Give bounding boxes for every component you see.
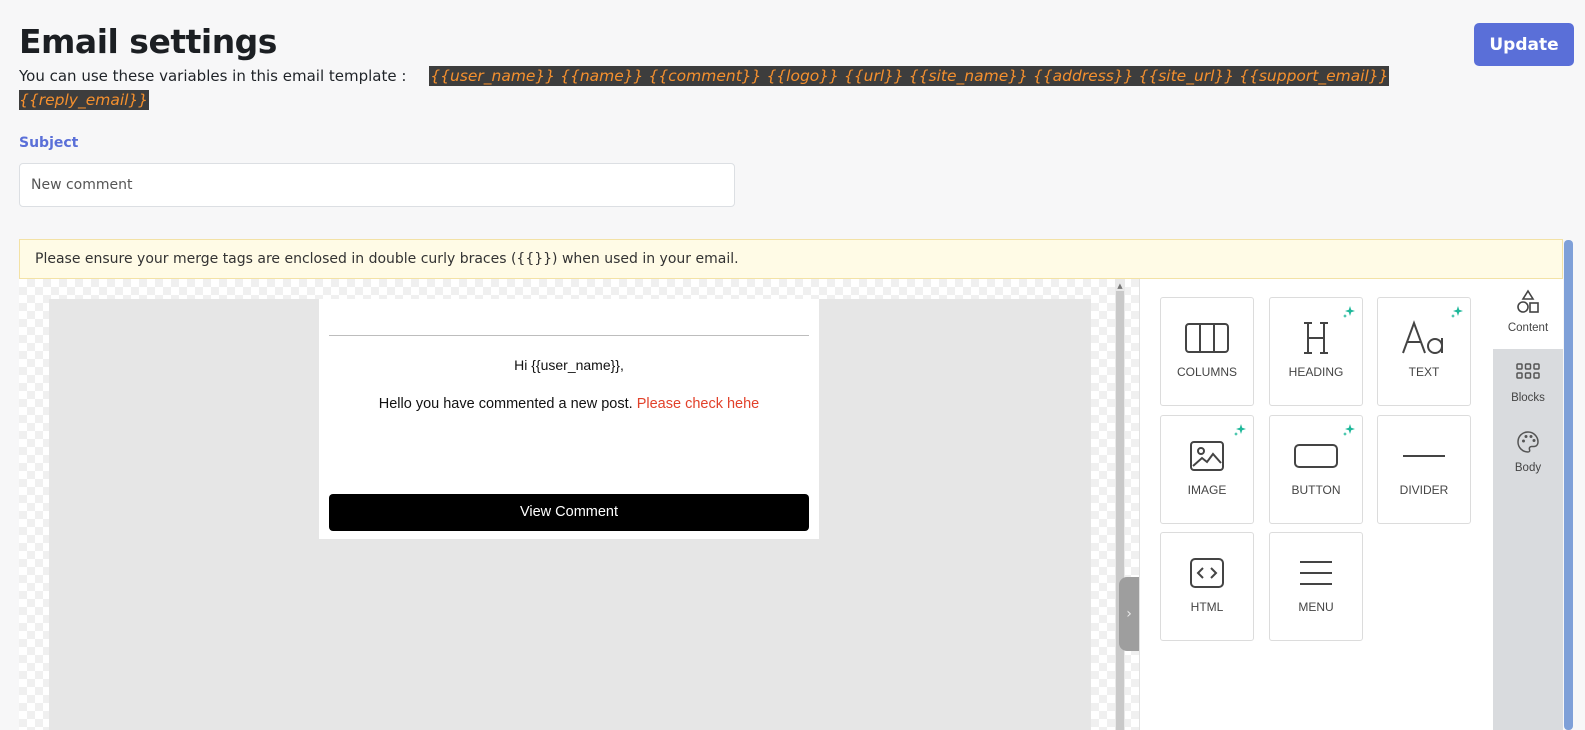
- tab-label: Blocks: [1511, 392, 1545, 404]
- email-link[interactable]: Please check hehe: [637, 396, 760, 412]
- subject-input[interactable]: [19, 163, 735, 207]
- merge-tag-notice: Please ensure your merge tags are enclos…: [19, 239, 1563, 279]
- content-tools-panel: COLUMNS HEADING TEXT IMAGE BUTTON DIVIDE…: [1139, 279, 1493, 730]
- tab-label: Body: [1514, 462, 1542, 474]
- tool-button[interactable]: BUTTON: [1269, 415, 1363, 524]
- columns-icon: [1185, 323, 1229, 353]
- tool-label: MENU: [1298, 600, 1334, 614]
- shapes-icon: [1517, 289, 1539, 313]
- sparkle-icon: [1343, 424, 1355, 436]
- email-content-row[interactable]: Hi {{user_name}}, Hello you have comment…: [319, 299, 819, 539]
- button-icon: [1294, 444, 1338, 468]
- tool-image[interactable]: IMAGE: [1160, 415, 1254, 524]
- tool-label: BUTTON: [1291, 483, 1341, 497]
- tab-blocks[interactable]: Blocks: [1493, 349, 1563, 419]
- menu-icon: [1300, 561, 1332, 585]
- editor-side-tabs: Content Blocks Body: [1493, 279, 1563, 730]
- email-body[interactable]: Hi {{user_name}}, Hello you have comment…: [49, 299, 1091, 730]
- subject-label: Subject: [19, 135, 79, 151]
- tool-text[interactable]: TEXT: [1377, 297, 1471, 406]
- blocks-grid-icon: [1516, 363, 1540, 379]
- tool-label: DIVIDER: [1399, 483, 1449, 497]
- panel-collapse-toggle[interactable]: ›: [1119, 577, 1139, 651]
- update-button[interactable]: Update: [1474, 23, 1574, 66]
- canvas-scrollbar[interactable]: ▲: [1115, 279, 1125, 730]
- html-icon: [1190, 558, 1224, 588]
- variables-hint: You can use these variables in this emai…: [19, 67, 407, 85]
- email-divider: [329, 335, 809, 336]
- tool-divider[interactable]: DIVIDER: [1377, 415, 1471, 524]
- sparkle-icon: [1234, 424, 1246, 436]
- sparkle-icon: [1343, 306, 1355, 318]
- divider-icon: [1403, 455, 1445, 457]
- email-message[interactable]: Hello you have commented a new post. Ple…: [319, 396, 819, 412]
- tool-label: HTML: [1190, 600, 1224, 614]
- sparkle-icon: [1451, 306, 1463, 318]
- image-icon: [1190, 441, 1224, 471]
- view-comment-button[interactable]: View Comment: [329, 494, 809, 531]
- variables-info: You can use these variables in this emai…: [19, 64, 1439, 112]
- editor-canvas[interactable]: Hi {{user_name}}, Hello you have comment…: [19, 279, 1139, 730]
- email-editor: Hi {{user_name}}, Hello you have comment…: [19, 279, 1563, 730]
- palette-icon: [1517, 431, 1539, 453]
- tool-label: IMAGE: [1187, 483, 1227, 497]
- tool-columns[interactable]: COLUMNS: [1160, 297, 1254, 406]
- tab-label: Content: [1507, 322, 1549, 334]
- tool-html[interactable]: HTML: [1160, 532, 1254, 641]
- tool-heading[interactable]: HEADING: [1269, 297, 1363, 406]
- tab-body[interactable]: Body: [1493, 419, 1563, 489]
- chevron-right-icon: ›: [1126, 606, 1132, 622]
- tool-menu[interactable]: MENU: [1269, 532, 1363, 641]
- page-scrollbar[interactable]: [1564, 240, 1573, 730]
- tool-label: TEXT: [1408, 365, 1440, 379]
- email-greeting[interactable]: Hi {{user_name}},: [319, 357, 819, 373]
- heading-icon: [1304, 322, 1328, 354]
- email-message-text: Hello you have commented a new post.: [378, 396, 633, 412]
- page-title: Email settings: [19, 22, 277, 61]
- tool-label: COLUMNS: [1176, 365, 1237, 379]
- tab-content[interactable]: Content: [1493, 279, 1563, 349]
- canvas-scroll-thumb[interactable]: [1116, 291, 1124, 730]
- tool-label: HEADING: [1288, 365, 1344, 379]
- text-icon: [1402, 320, 1443, 354]
- scroll-up-arrow-icon[interactable]: ▲: [1115, 282, 1125, 290]
